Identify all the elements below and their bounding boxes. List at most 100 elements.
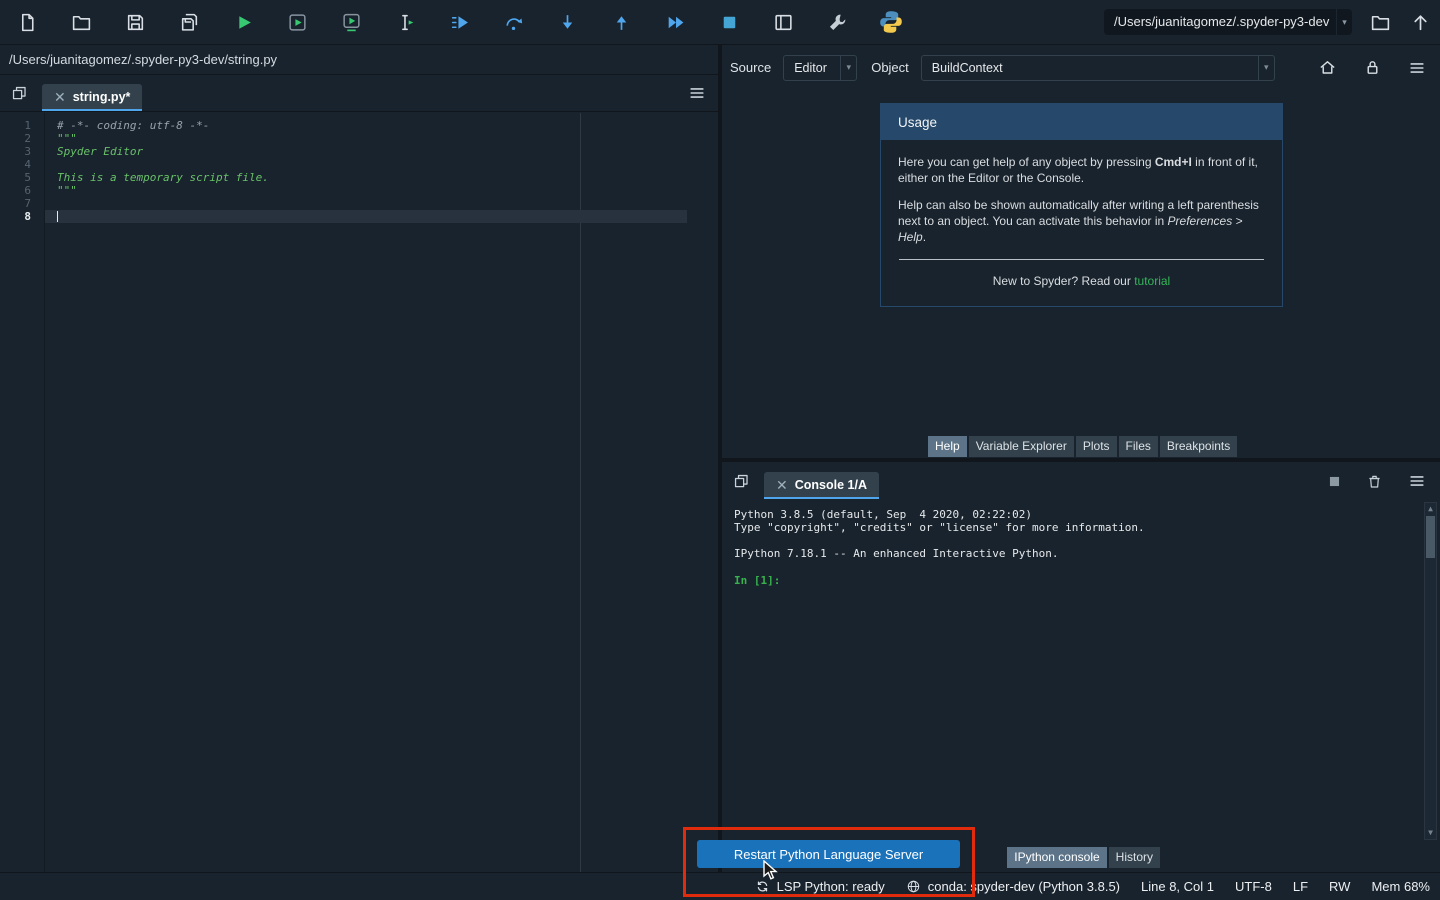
code-line: Spyder Editor [57, 145, 718, 158]
run-selection-button[interactable] [378, 0, 432, 45]
editor-tab-string-py[interactable]: ✕ string.py* [42, 84, 142, 111]
run-file-button[interactable] [216, 0, 270, 45]
close-tab-icon[interactable]: ✕ [54, 90, 66, 104]
console-prompt: In [1]: [734, 574, 1422, 587]
tab-breakpoints[interactable]: Breakpoints [1160, 436, 1237, 457]
code-line: # -*- coding: utf-8 -*- [57, 119, 718, 132]
console-pane: ✕ Console 1/A Python 3.8.5 (default, Sep… [722, 462, 1440, 870]
usage-paragraph-1: Here you can get help of any object by p… [898, 154, 1265, 186]
debug-file-button[interactable] [432, 0, 486, 45]
chevron-down-icon[interactable]: ▾ [1258, 56, 1274, 80]
console-line [734, 561, 1422, 574]
tab-history[interactable]: History [1109, 847, 1160, 868]
tab-files[interactable]: Files [1119, 436, 1158, 457]
step-into-button[interactable] [540, 0, 594, 45]
help-options-button[interactable] [1408, 59, 1426, 77]
browse-tabs-button[interactable] [722, 463, 760, 499]
run-cell-advance-button[interactable] [324, 0, 378, 45]
scroll-down-icon[interactable]: ▼ [1425, 827, 1436, 839]
run-cell-icon [287, 12, 308, 33]
editor-pane: /Users/juanitagomez/.spyder-py3-dev/stri… [0, 45, 718, 872]
code-editor[interactable]: 12345678 # -*- coding: utf-8 -*-"""Spyde… [0, 113, 718, 872]
square-icon [1328, 475, 1341, 488]
main-toolbar: /Users/juanitagomez/.spyder-py3-dev ▾ [0, 0, 1440, 45]
console-line: IPython 7.18.1 -- An enhanced Interactiv… [734, 547, 1422, 560]
code-line [57, 210, 718, 223]
maximize-pane-icon [773, 12, 794, 33]
folder-icon [1370, 12, 1391, 33]
tab-help[interactable]: Help [928, 436, 967, 457]
remove-variables-button[interactable] [1366, 473, 1383, 490]
memory-status: Mem 68% [1371, 879, 1430, 894]
interrupt-kernel-button[interactable] [1328, 475, 1341, 488]
tab-variable-explorer[interactable]: Variable Explorer [969, 436, 1074, 457]
arrow-up-icon [1410, 12, 1431, 33]
console-tab[interactable]: ✕ Console 1/A [764, 472, 879, 499]
stop-icon [719, 12, 740, 33]
line-number-gutter: 12345678 [0, 113, 45, 872]
open-folder-icon [71, 12, 92, 33]
browse-tabs-icon [11, 85, 28, 102]
permissions-status: RW [1329, 879, 1350, 894]
step-over-button[interactable] [486, 0, 540, 45]
save-all-button[interactable] [162, 0, 216, 45]
conda-env-status[interactable]: conda: spyder-dev (Python 3.8.5) [906, 879, 1120, 894]
parent-directory-button[interactable] [1400, 0, 1440, 45]
editor-options-button[interactable] [688, 84, 706, 102]
working-directory-value[interactable]: /Users/juanitagomez/.spyder-py3-dev [1104, 9, 1336, 35]
ipython-console-output[interactable]: Python 3.8.5 (default, Sep 4 2020, 02:22… [726, 500, 1440, 845]
continue-button[interactable] [648, 0, 702, 45]
new-file-button[interactable] [0, 0, 54, 45]
code-line [57, 158, 718, 171]
console-tab-label: Console 1/A [795, 478, 867, 492]
source-combobox[interactable]: Editor ▾ [783, 55, 857, 81]
hamburger-menu-icon [1408, 472, 1426, 490]
eol-status: LF [1293, 879, 1308, 894]
chevron-down-icon[interactable]: ▾ [1336, 9, 1352, 35]
chevron-down-icon[interactable]: ▾ [840, 56, 856, 80]
tutorial-link[interactable]: tutorial [1134, 274, 1170, 288]
trash-icon [1366, 473, 1383, 490]
home-button[interactable] [1318, 58, 1337, 77]
tab-ipython-console[interactable]: IPython console [1007, 847, 1106, 868]
open-file-button[interactable] [54, 0, 108, 45]
close-tab-icon[interactable]: ✕ [776, 478, 788, 492]
step-into-icon [557, 12, 578, 33]
console-scrollbar[interactable]: ▲ ▼ [1424, 502, 1437, 840]
console-options-button[interactable] [1408, 472, 1426, 490]
status-bar: LSP Python: ready conda: spyder-dev (Pyt… [0, 872, 1440, 900]
maximize-pane-button[interactable] [756, 0, 810, 45]
save-icon [125, 12, 146, 33]
line-number: 3 [0, 145, 31, 158]
step-out-button[interactable] [594, 0, 648, 45]
hamburger-menu-icon [1408, 59, 1426, 77]
scroll-up-icon[interactable]: ▲ [1425, 503, 1436, 515]
editor-tabbar: ✕ string.py* [0, 75, 718, 112]
debug-icon [449, 12, 470, 33]
object-combobox[interactable]: BuildContext ▾ [921, 55, 1275, 81]
save-button[interactable] [108, 0, 162, 45]
line-number: 4 [0, 158, 31, 171]
source-label: Source [730, 60, 771, 75]
wrench-icon [827, 12, 848, 33]
usage-title: Usage [881, 104, 1282, 140]
tab-plots[interactable]: Plots [1076, 436, 1117, 457]
scrollbar-thumb[interactable] [1426, 516, 1435, 558]
browse-directory-button[interactable] [1360, 0, 1400, 45]
working-directory-combo[interactable]: /Users/juanitagomez/.spyder-py3-dev ▾ [1104, 9, 1352, 35]
cursor-position-status: Line 8, Col 1 [1141, 879, 1214, 894]
encoding-status: UTF-8 [1235, 879, 1272, 894]
restart-language-server-button[interactable]: Restart Python Language Server [697, 840, 960, 868]
lock-button[interactable] [1363, 58, 1382, 77]
browse-tabs-button[interactable] [0, 75, 38, 111]
code-line [57, 197, 718, 210]
code-area[interactable]: # -*- coding: utf-8 -*-"""Spyder EditorT… [45, 113, 718, 872]
help-header: Source Editor ▾ Object BuildContext ▾ [722, 45, 1440, 90]
run-cell-button[interactable] [270, 0, 324, 45]
code-line: """ [57, 132, 718, 145]
stop-button[interactable] [702, 0, 756, 45]
code-line: """ [57, 184, 718, 197]
python-logo-button[interactable] [864, 0, 918, 45]
tools-button[interactable] [810, 0, 864, 45]
editor-tab-label: string.py* [73, 90, 131, 104]
